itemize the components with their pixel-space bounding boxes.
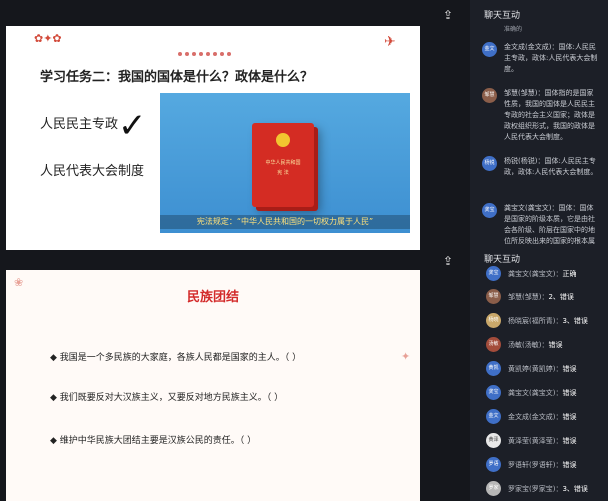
decoration-icon: ✿✦✿ <box>34 32 62 45</box>
avatar: 黄泽 <box>486 433 501 448</box>
chat-row: 黄凯 黄凯婷(黄凯婷)：错误 <box>486 361 604 377</box>
chat-message-text: 金文成(金文成)：国体:人民民主专政，政体:人民代表大会制度。 <box>504 43 598 73</box>
national-emblem-icon <box>276 133 290 147</box>
chat-message: 杨锐 杨锐(杨锐)：国体:人民民主专政，政体:人民代表大会制度。 <box>482 156 602 194</box>
chat-header: 聊天互动 <box>484 11 521 21</box>
video-area: ⇪ ✿✦✿ ✈ 学习任务二：我国的国体是什么？政体是什么？ 人民民主专政 人民代… <box>0 0 470 501</box>
answer-npc-system: 人民代表大会制度 <box>40 164 145 179</box>
chat-message: 金文 金文成(金文成)：国体:人民民主专政，政体:人民代表大会制度。 <box>482 42 602 80</box>
avatar: 金文 <box>486 409 501 424</box>
chat-row: 杨晓 杨晓宸(福所青)：3、错误 <box>486 313 604 329</box>
avatar: 杨晓 <box>486 313 501 328</box>
image-caption: 宪法规定：“中华人民共和国的一切权力属于人民” <box>160 215 410 229</box>
slide1-title: 学习任务二：我国的国体是什么？政体是什么？ <box>40 70 314 85</box>
slide2-title: 民族团结 <box>186 290 239 305</box>
avatar: 邹慧 <box>482 88 497 103</box>
decoration-icon: ✦ <box>401 350 411 363</box>
chat-row: 罗语 罗语轩(罗语轩)：错误 <box>486 457 604 473</box>
chat-row: 罗家 罗家宝(罗家宝)：3、错误 <box>486 481 604 497</box>
chat-row: 龚宝 龚宝文(龚宝文)：错误 <box>486 385 604 401</box>
avatar: 罗家 <box>486 481 501 496</box>
avatar: 邹慧 <box>486 289 501 304</box>
chat-message-text: 杨锐(杨锐)：国体:人民民主专政，政体:人民代表大会制度。 <box>504 157 598 176</box>
answer-people-democratic-dictatorship: 人民民主专政 <box>40 117 119 132</box>
chat-row: 龚宝 龚宝文(龚宝文)：正确 <box>486 266 604 282</box>
chat-fragment: 准确的 <box>504 26 523 33</box>
chat-row: 邹慧 邹慧(邹慧)：2、错误 <box>486 289 604 305</box>
chat-sidebar: 聊天互动 准确的 金文 金文成(金文成)：国体:人民民主专政，政体:人民代表大会… <box>470 0 608 501</box>
avatar: 黄凯 <box>486 361 501 376</box>
chat-message: 邹慧 邹慧(邹慧)：国体指的是国家性质，我国的国体是人民民主专政的社会主义国家；… <box>482 88 602 148</box>
dove-icon: ✈ <box>384 34 396 50</box>
avatar: 龚宝 <box>486 385 501 400</box>
avatar: 杨锐 <box>482 156 497 171</box>
question-2: ◆ 我们既要反对大汉族主义，又要反对地方民族主义。（ ） <box>50 393 284 403</box>
avatar: 龚宝 <box>486 266 501 281</box>
slide-panel-2: ❀ ✦ 民族团结 ◆ 我国是一个多民族的大家庭，各族人民都是国家的主人。（ ） … <box>6 270 420 501</box>
question-3: ◆ 维护中华民族大团结主要是汉族公民的责任。（ ） <box>50 436 257 446</box>
share-icon[interactable]: ⇪ <box>440 254 456 268</box>
avatar: 龚宝 <box>482 203 497 218</box>
chat-header: 聊天互动 <box>484 255 521 265</box>
check-mark-icon: ✓ <box>118 106 147 146</box>
constitution-image: 中华人民共和国 宪 法 宪法规定：“中华人民共和国的一切权力属于人民” <box>160 93 410 233</box>
slide-dots <box>174 52 234 58</box>
avatar: 罗语 <box>486 457 501 472</box>
chat-row: 金文 金文成(金文成)：错误 <box>486 409 604 425</box>
slide-panel-1: ✿✦✿ ✈ 学习任务二：我国的国体是什么？政体是什么？ 人民民主专政 人民代表大… <box>6 26 420 250</box>
share-icon[interactable]: ⇪ <box>440 8 456 22</box>
chat-message-text: 邹慧(邹慧)：国体指的是国家性质，我国的国体是人民民主专政的社会主义国家；政体是… <box>504 89 595 141</box>
question-1: ◆ 我国是一个多民族的大家庭，各族人民都是国家的主人。（ ） <box>50 353 302 363</box>
chat-message-text: 龚宝文(龚宝文)：国体：国体是国家的阶级本质，它是由社会各阶级、阶层在国家中的地… <box>504 204 595 245</box>
chat-message: 龚宝 龚宝文(龚宝文)：国体：国体是国家的阶级本质，它是由社会各阶级、阶层在国家… <box>482 203 602 249</box>
avatar: 汤敏 <box>486 337 501 352</box>
constitution-book: 中华人民共和国 宪 法 <box>252 123 314 207</box>
avatar: 金文 <box>482 42 497 57</box>
chat-row: 汤敏 汤敏(汤敏)：错误 <box>486 337 604 353</box>
chat-row: 黄泽 黄泽莹(黄泽莹)：错误 <box>486 433 604 449</box>
